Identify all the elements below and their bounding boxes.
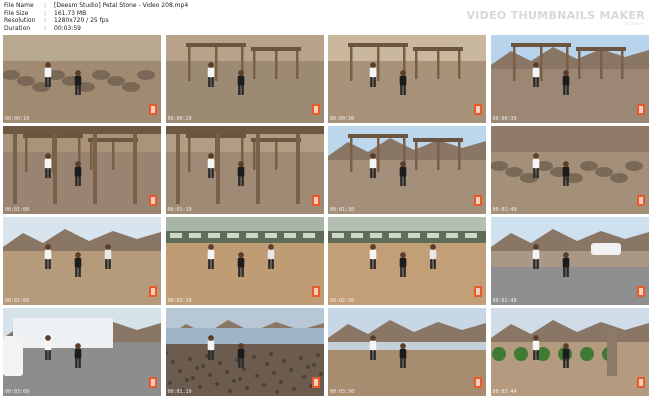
thumbnail-timestamp: 00:02:00	[5, 298, 30, 304]
thumbnail-image	[490, 35, 649, 123]
studio-logo-icon	[311, 104, 320, 115]
studio-logo-icon	[149, 104, 157, 115]
studio-logo-icon	[636, 195, 645, 206]
thumbnail-image	[165, 217, 324, 305]
studio-logo-icon	[311, 377, 320, 388]
thumbnail-timestamp: 00:01:00	[5, 207, 30, 213]
thumbnail-image	[328, 126, 486, 214]
file-size-value: 161.73 MB	[54, 9, 87, 17]
thumbnail-timestamp: 00:03:44	[492, 389, 517, 395]
video-thumbnail[interactable]: 00:00:20	[165, 35, 324, 123]
studio-logo-icon	[636, 377, 645, 388]
video-thumbnail[interactable]: 00:02:10	[165, 217, 324, 305]
thumbnail-image	[165, 35, 324, 123]
file-size-row: File Size:161.73 MB	[4, 10, 188, 18]
resolution-value: 1280x720 / 25 fps	[54, 17, 109, 25]
video-thumbnail[interactable]: 00:00:39	[490, 35, 649, 123]
studio-logo-icon	[311, 286, 320, 297]
studio-logo-icon	[636, 286, 645, 297]
thumbnail-image	[328, 308, 486, 396]
video-thumbnail[interactable]: 00:01:00	[3, 126, 161, 214]
video-thumbnail[interactable]: 00:03:10	[165, 308, 324, 396]
studio-logo-icon	[474, 377, 482, 388]
separator: :	[44, 9, 47, 17]
thumbnail-timestamp: 00:00:39	[492, 116, 517, 122]
video-thumbnail[interactable]: 00:01:30	[328, 126, 486, 214]
thumbnail-timestamp: 00:00:10	[5, 116, 30, 122]
thumbnail-timestamp: 00:02:10	[167, 298, 192, 304]
thumbnail-timestamp: 00:01:40	[492, 207, 517, 213]
video-thumbnail[interactable]: 00:02:30	[328, 217, 486, 305]
separator: :	[44, 17, 47, 25]
separator: :	[44, 24, 47, 32]
resolution-label: Resolution	[4, 17, 36, 25]
video-thumbnail[interactable]: 00:00:10	[3, 35, 161, 123]
separator: :	[44, 2, 47, 9]
thumbnail-image	[328, 35, 486, 123]
thumbnail-timestamp: 00:02:48	[492, 298, 517, 304]
studio-logo-icon	[311, 195, 320, 206]
thumbnail-timestamp: 00:01:10	[167, 207, 192, 213]
video-thumbnail[interactable]: 00:03:44	[490, 308, 649, 396]
thumbnail-timestamp: 00:00:20	[167, 116, 192, 122]
file-name-label: File Name	[4, 2, 34, 9]
studio-logo-icon	[474, 195, 482, 206]
thumbnail-grid: 00:00:10 00:00:20 00:00:30 00:00:39 00:01:00…	[3, 35, 649, 400]
video-thumbnail[interactable]: 00:01:40	[490, 126, 649, 214]
thumbnail-image	[490, 308, 649, 396]
thumbnail-timestamp: 00:00:30	[330, 116, 355, 122]
studio-logo-icon	[149, 195, 157, 206]
thumbnail-image	[165, 308, 324, 396]
file-size-label: File Size	[4, 9, 29, 17]
header: File Name: [Deesm Studio] Petal Stone - V…	[0, 0, 650, 35]
duration-row: Duration:00:03:59	[4, 25, 188, 33]
video-thumbnail[interactable]: 00:02:48	[490, 217, 649, 305]
watermark-title: VIDEO THUMBNAILS MAKER	[466, 9, 645, 22]
thumbnail-timestamp: 00:03:10	[167, 389, 192, 395]
thumbnail-image	[490, 126, 649, 214]
studio-logo-icon	[636, 104, 645, 115]
file-name-value: [Deesm Studio] Petal Stone - Video 208.m…	[54, 2, 189, 9]
file-name-row: File Name: [Deesm Studio] Petal Stone - V…	[4, 2, 188, 10]
watermark-subtitle: by Sauce	[624, 21, 643, 26]
studio-logo-icon	[474, 104, 482, 115]
thumbnail-image	[3, 126, 161, 214]
thumbnail-timestamp: 00:01:30	[330, 207, 355, 213]
thumbnail-image	[3, 217, 161, 305]
video-thumbnail[interactable]: 00:02:00	[3, 217, 161, 305]
thumbnail-image	[165, 126, 324, 214]
studio-logo-icon	[149, 377, 157, 388]
thumbnail-image	[3, 308, 161, 396]
thumbnail-image	[490, 217, 649, 305]
thumbnail-timestamp: 00:03:30	[330, 389, 355, 395]
thumbnail-image	[328, 217, 486, 305]
video-thumbnail[interactable]: 00:03:00	[3, 308, 161, 396]
studio-logo-icon	[474, 286, 482, 297]
studio-logo-icon	[149, 286, 157, 297]
video-thumbnail[interactable]: 00:00:30	[328, 35, 486, 123]
thumbnail-timestamp: 00:02:30	[330, 298, 355, 304]
duration-value: 00:03:59	[54, 24, 81, 32]
video-thumbnail[interactable]: 00:01:10	[165, 126, 324, 214]
file-info: File Name: [Deesm Studio] Petal Stone - V…	[4, 2, 188, 32]
video-thumbnail[interactable]: 00:03:30	[328, 308, 486, 396]
thumbnail-timestamp: 00:03:00	[5, 389, 30, 395]
duration-label: Duration	[4, 24, 31, 32]
resolution-row: Resolution:1280x720 / 25 fps	[4, 17, 188, 25]
thumbnail-image	[3, 35, 161, 123]
